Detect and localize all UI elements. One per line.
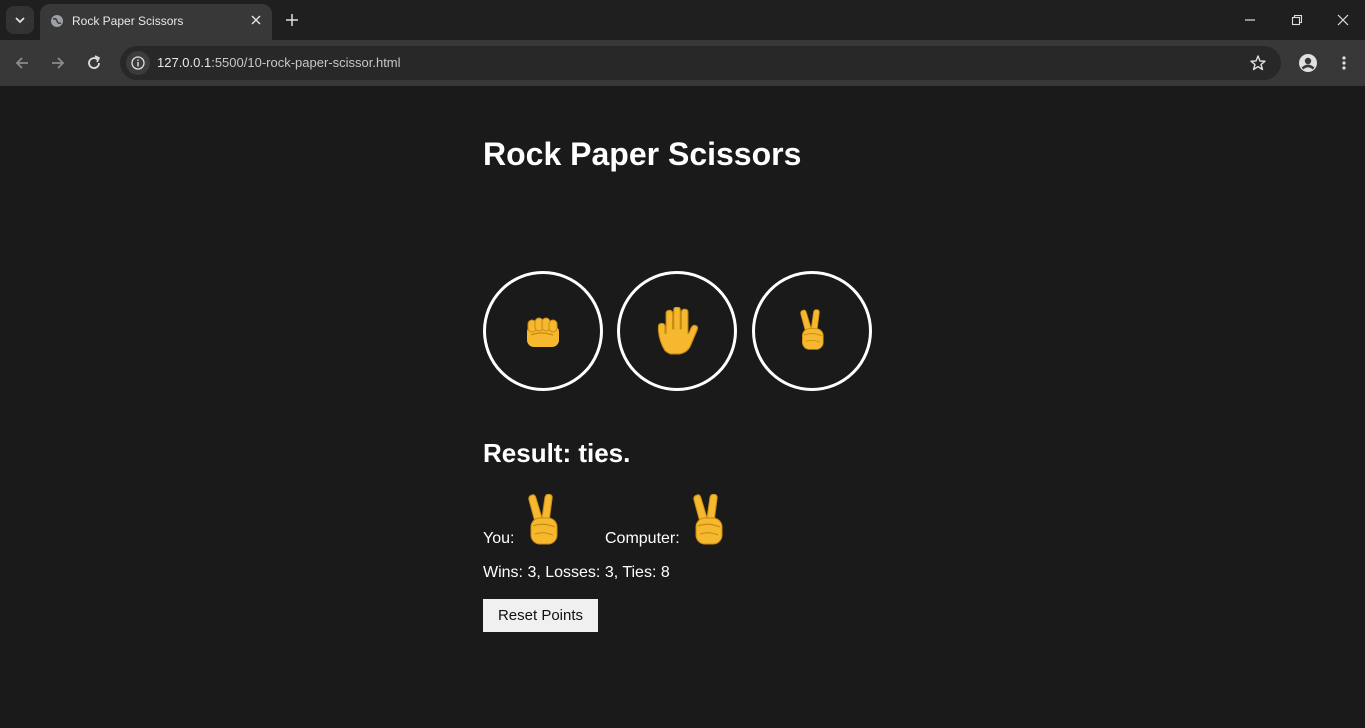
minimize-button[interactable] [1238, 8, 1262, 32]
star-icon [1250, 55, 1266, 71]
browser-menu-button[interactable] [1332, 51, 1356, 75]
forward-button[interactable] [46, 51, 70, 75]
paper-hand-icon [655, 307, 699, 355]
arrow-left-icon [15, 57, 28, 69]
globe-icon [51, 15, 63, 27]
close-icon [1337, 14, 1349, 26]
close-icon [251, 15, 261, 25]
arrow-right-icon [52, 57, 65, 69]
address-bar[interactable]: 127.0.0.1:5500/10-rock-paper-scissor.htm… [120, 46, 1281, 80]
moves-display: You: Computer: [483, 490, 883, 552]
reload-icon [88, 55, 101, 69]
url-text: 127.0.0.1:5500/10-rock-paper-scissor.htm… [157, 55, 401, 70]
browser-toolbar: 127.0.0.1:5500/10-rock-paper-scissor.htm… [0, 40, 1365, 86]
chevron-down-icon [15, 17, 25, 24]
reload-button[interactable] [82, 51, 106, 75]
rock-button[interactable] [483, 271, 603, 391]
scissors-peace-icon [796, 309, 828, 353]
paper-button[interactable] [617, 271, 737, 391]
page-content: Rock Paper Scissors Result: ties. You: C… [0, 86, 1365, 728]
page-title: Rock Paper Scissors [483, 136, 802, 172]
scissors-button[interactable] [752, 271, 872, 391]
more-vertical-icon [1342, 56, 1346, 70]
score-text: Wins: 3, Losses: 3, Ties: 8 [483, 564, 670, 581]
info-icon [131, 56, 145, 70]
tab-search-button[interactable] [6, 6, 34, 34]
profile-button[interactable] [1296, 51, 1320, 75]
bookmark-button[interactable] [1247, 52, 1269, 74]
minimize-icon [1245, 19, 1255, 21]
scissors-peace-icon [523, 494, 563, 548]
back-button[interactable] [10, 51, 34, 75]
tab-strip: Rock Paper Scissors [0, 0, 1365, 40]
restore-button[interactable] [1285, 8, 1309, 32]
reset-points-button[interactable]: Reset Points [483, 599, 598, 632]
tab-title: Rock Paper Scissors [72, 14, 184, 28]
computer-label: Computer: [605, 530, 680, 547]
profile-icon [1299, 54, 1317, 72]
url-path: :5500/10-rock-paper-scissor.html [211, 55, 401, 70]
scissors-peace-icon [688, 494, 728, 548]
plus-icon [286, 14, 298, 26]
restore-icon [1291, 14, 1303, 26]
url-host: 127.0.0.1 [157, 55, 212, 70]
new-tab-button[interactable] [282, 10, 302, 30]
tab-close-button[interactable] [248, 12, 264, 28]
browser-tab[interactable]: Rock Paper Scissors [40, 4, 272, 40]
window-close-button[interactable] [1331, 8, 1355, 32]
site-info-button[interactable] [126, 51, 150, 75]
result-text: Result: ties. [483, 438, 631, 468]
you-label: You: [483, 530, 515, 547]
rock-fist-icon [523, 311, 563, 351]
